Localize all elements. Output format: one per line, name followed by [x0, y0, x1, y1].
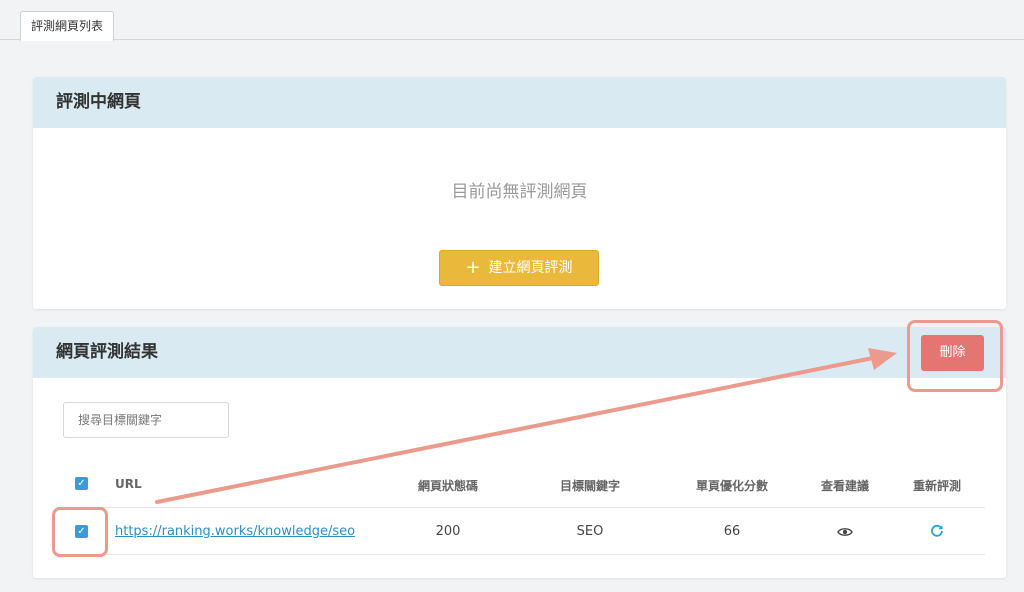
annotation-arrow: [155, 348, 897, 504]
